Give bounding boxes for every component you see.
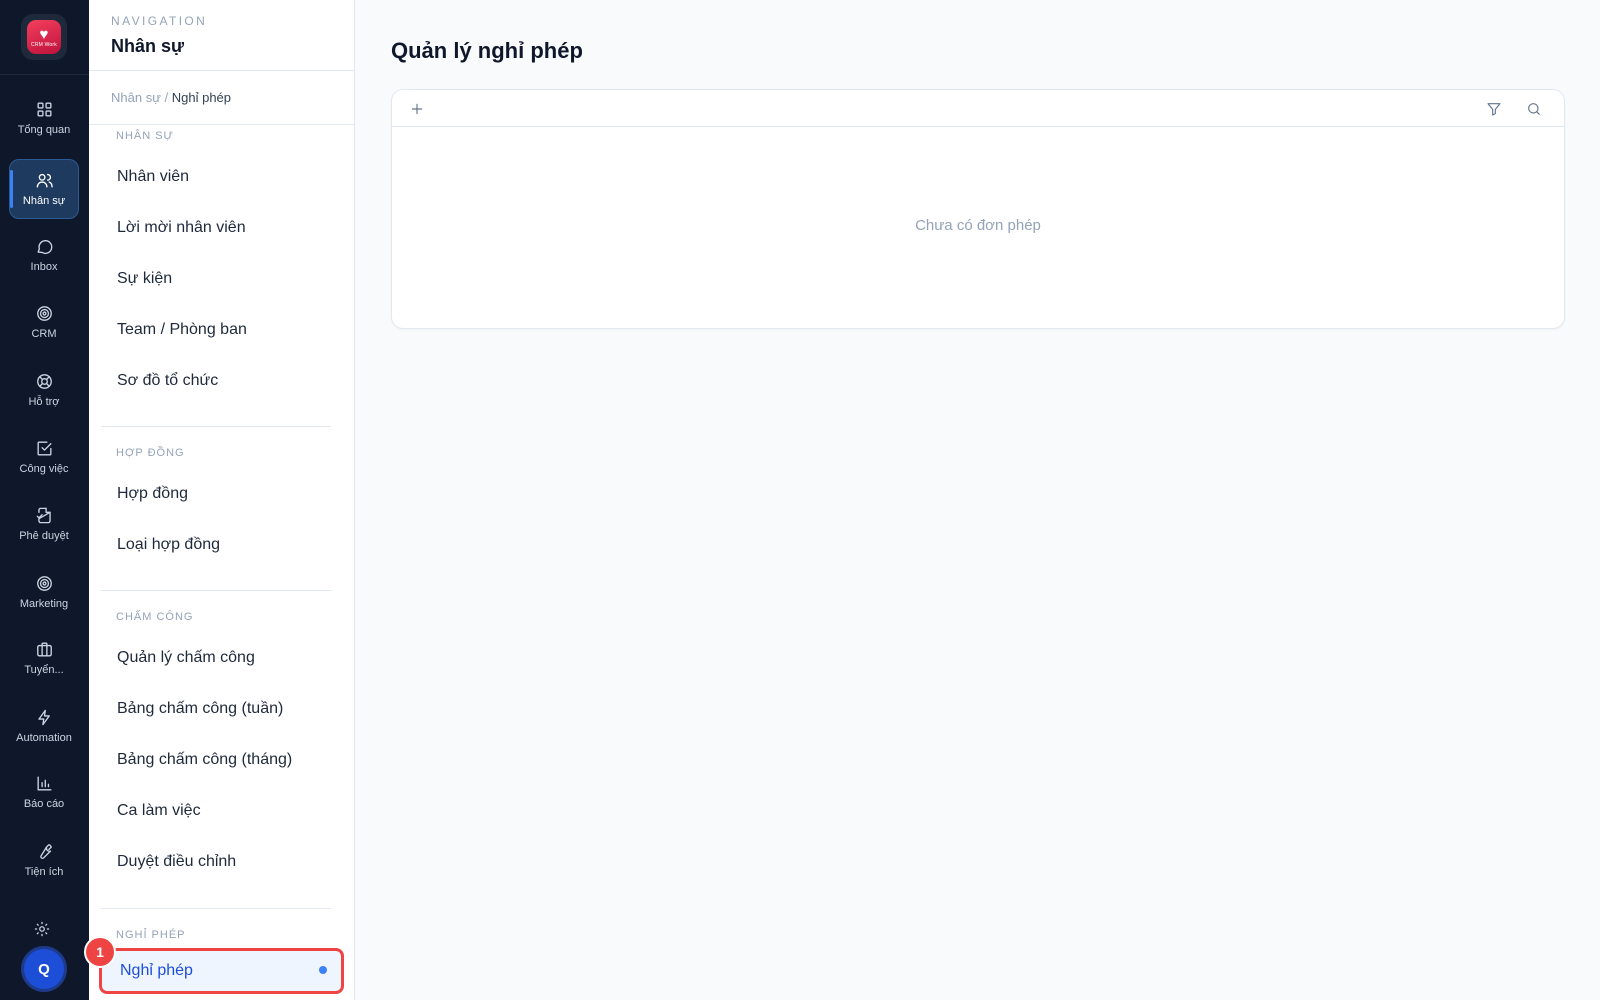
rail-item-phe-duyet[interactable]: Phê duyệt [9, 494, 79, 554]
bar-chart-icon [36, 776, 52, 791]
rail-item-label: Automation [16, 732, 72, 744]
rail-item-tien-ich[interactable]: Tiện ích [9, 830, 79, 890]
rail-item-crm[interactable]: CRM [9, 292, 79, 352]
group-divider [101, 590, 331, 591]
nav-item-bang-cham-cong-tuan[interactable]: Bảng chấm công (tuần) [99, 688, 344, 730]
search-icon [1528, 103, 1540, 115]
nav-divider [89, 70, 354, 71]
briefcase-icon [36, 642, 52, 657]
empty-state-text: Chưa có đơn phép [915, 217, 1041, 234]
group-divider [101, 426, 331, 427]
icon-rail: ♥ CRM Work Tổng quan Nhân sự Inbox CRM H… [0, 0, 89, 1000]
plus-icon [411, 103, 423, 115]
bolt-icon [37, 709, 50, 726]
rail-item-ho-tro[interactable]: Hỗ trợ [9, 360, 79, 420]
nav-item-quan-ly-cham-cong[interactable]: Quản lý chấm công [99, 637, 344, 679]
leave-requests-card: Chưa có đơn phép [391, 89, 1565, 329]
rail-item-automation[interactable]: Automation [9, 696, 79, 756]
nav-item-nhan-vien[interactable]: Nhân viên [99, 156, 344, 198]
search-button[interactable] [1523, 98, 1545, 120]
settings-button[interactable] [33, 920, 55, 942]
target-icon [36, 306, 52, 321]
rail-item-label: Nhân sự [22, 195, 66, 207]
users-icon [36, 173, 53, 188]
wrench-icon [39, 844, 52, 859]
rail-item-label: Báo cáo [23, 798, 65, 810]
grid-icon [36, 102, 52, 117]
chat-icon [36, 240, 52, 254]
rail-item-label: Hỗ trợ [28, 396, 60, 408]
breadcrumb-current: Nghỉ phép [171, 90, 232, 105]
nav-item-ca-lam-viec[interactable]: Ca làm việc [99, 790, 344, 832]
rail-item-tong-quan[interactable]: Tổng quan [9, 88, 79, 148]
rail-item-inbox[interactable]: Inbox [9, 225, 79, 285]
breadcrumb-divider [89, 124, 354, 125]
check-square-icon [36, 441, 52, 456]
nav-item-team-phong-ban[interactable]: Team / Phòng ban [99, 309, 344, 351]
rail-divider [0, 74, 89, 75]
nav-item-so-do-to-chuc[interactable]: Sơ đồ tổ chức [99, 360, 344, 402]
rail-item-label: Tuyển... [24, 664, 64, 676]
section-title-nghi-phep: NGHỈ PHÉP [116, 929, 186, 941]
rail-item-marketing[interactable]: Marketing [9, 562, 79, 622]
active-indicator-dot [319, 966, 327, 974]
nav-kicker: NAVIGATION [111, 14, 208, 28]
rail-item-label: Phê duyệt [19, 530, 69, 542]
app-logo[interactable]: ♥ CRM Work [21, 14, 67, 60]
user-avatar[interactable]: Q [21, 946, 67, 992]
nav-item-duyet-dieu-chinh[interactable]: Duyệt điều chỉnh [99, 841, 344, 883]
breadcrumb: Nhân sự / Nghỉ phép [111, 90, 231, 105]
rail-item-label: CRM [31, 328, 57, 340]
section-title-nhan-su: NHÂN SỰ [116, 130, 174, 142]
gear-icon [34, 921, 50, 937]
rail-item-label: Công việc [19, 463, 69, 475]
filter-button[interactable] [1483, 98, 1505, 120]
nav-item-loi-moi-nhan-vien[interactable]: Lời mời nhân viên [99, 207, 344, 249]
nav-title: Nhân sự [111, 36, 185, 56]
rail-item-nhan-su[interactable]: Nhân sự [9, 159, 79, 219]
card-toolbar [392, 90, 1564, 127]
step-badge: 1 [84, 936, 116, 968]
rail-item-bao-cao[interactable]: Báo cáo [9, 762, 79, 822]
breadcrumb-parent[interactable]: Nhân sự / [111, 90, 168, 105]
group-divider [101, 908, 331, 909]
target-icon [36, 576, 52, 591]
lifebuoy-icon [36, 374, 52, 389]
filter-icon [1487, 103, 1501, 116]
rail-item-label: Tiện ích [24, 866, 64, 878]
rail-item-label: Inbox [30, 261, 58, 273]
nav-item-hop-dong[interactable]: Hợp đồng [99, 473, 344, 515]
section-title-cham-cong: CHẤM CÔNG [116, 611, 194, 623]
rail-item-label: Marketing [19, 598, 69, 610]
nav-item-su-kien[interactable]: Sự kiện [99, 258, 344, 300]
secondary-nav: NAVIGATION Nhân sự Nhân sự / Nghỉ phép N… [89, 0, 355, 1000]
add-button[interactable] [406, 98, 428, 120]
logo-mark: ♥ CRM Work [27, 20, 61, 54]
page-title: Quản lý nghỉ phép [391, 38, 583, 63]
rail-item-cong-viec[interactable]: Công việc [9, 427, 79, 487]
logo-text: CRM Work [31, 41, 57, 48]
nav-item-label: Nghỉ phép [120, 962, 193, 979]
heart-icon: ♥ [39, 25, 49, 43]
section-title-hop-dong: HỢP ĐỒNG [116, 447, 185, 459]
nav-item-loai-hop-dong[interactable]: Loại hợp đồng [99, 524, 344, 566]
nav-item-nghi-phep[interactable]: Nghỉ phép [99, 948, 344, 994]
rail-item-tuyen-dung[interactable]: Tuyển... [9, 628, 79, 688]
rail-item-label: Tổng quan [17, 124, 71, 136]
file-sign-icon [36, 507, 51, 524]
nav-item-bang-cham-cong-thang[interactable]: Bảng chấm công (tháng) [99, 739, 344, 781]
